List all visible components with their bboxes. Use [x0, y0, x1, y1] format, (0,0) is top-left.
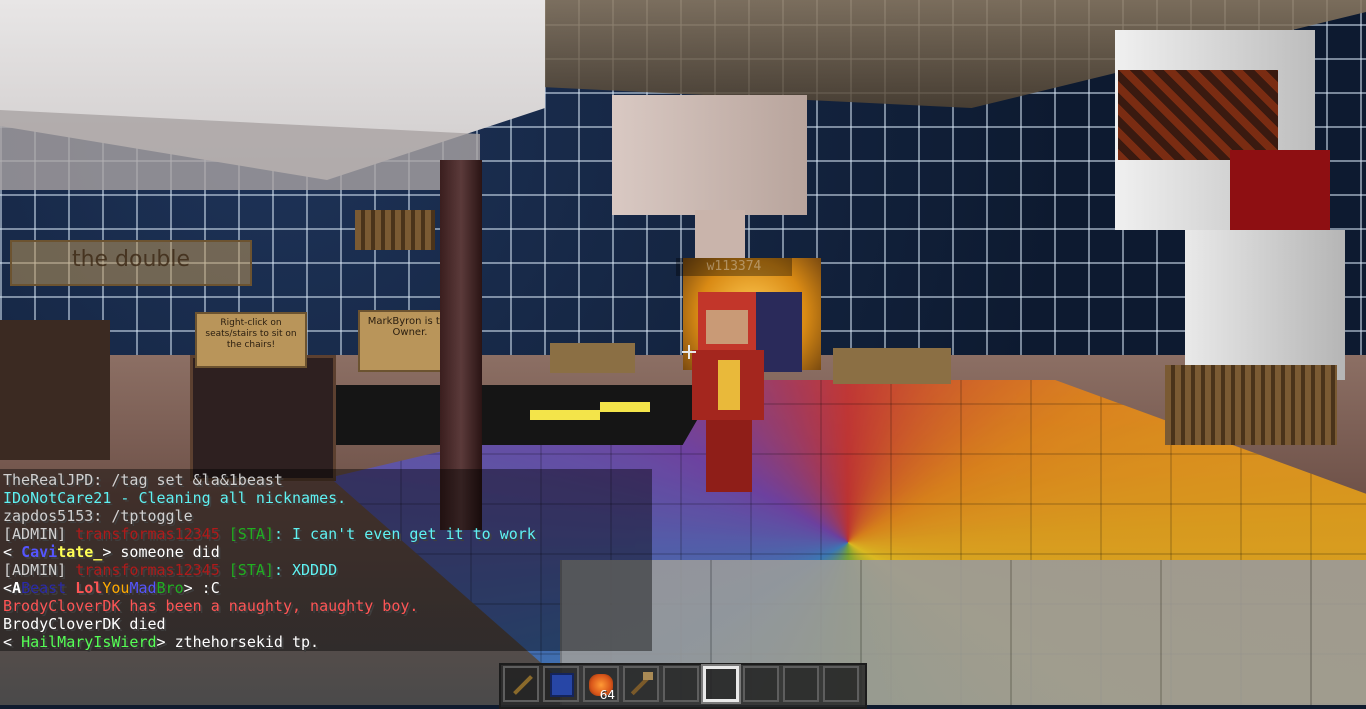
sitting-sign-text: Right-click on seats/stairs to sit on th…	[205, 318, 297, 350]
player-belt	[718, 360, 740, 410]
chat-segment: HailMaryIsWierd	[21, 633, 157, 651]
wooden-bench	[550, 343, 635, 373]
chat-line: <ABeast LolYouMadBro> :C	[3, 579, 220, 597]
player-nametag: w113374	[676, 258, 792, 276]
player-character[interactable]	[688, 292, 768, 492]
hotbar-slot-7[interactable]	[743, 666, 779, 702]
redstone-lamp-block	[1118, 70, 1278, 160]
hotbar-slot-2[interactable]	[543, 666, 579, 702]
chat-line: [ADMIN] transformas12345 [STA]: XDDDD	[3, 561, 337, 579]
yellow-walkway-tile	[530, 410, 600, 420]
yellow-walkway-tile	[600, 402, 650, 412]
player-legs	[706, 420, 752, 492]
hotbar-slot-3[interactable]: 64	[583, 666, 619, 702]
hotbar[interactable]: 64	[499, 663, 867, 709]
chat-segment: zapdos5153: /tptoggle	[3, 507, 193, 525]
chat-segment: : XDDDD	[273, 561, 338, 579]
bookshelf-block	[355, 210, 435, 250]
dark-block-cluster	[0, 320, 110, 460]
chat-segment: [ADMIN]	[3, 525, 76, 543]
crosshair-icon	[682, 345, 696, 359]
chat-segment: > zthehorsekid tp.	[156, 633, 320, 651]
chat-segment: transformas12345	[75, 525, 229, 543]
chat-segment: TheRealJPD: /tag set &la&1beast	[3, 471, 283, 489]
chat-segment: IDoNotCare21 - Cleaning all nicknames.	[3, 489, 347, 507]
chat-line: BrodyCloverDK died	[3, 615, 166, 633]
chat-segment: Lol	[75, 579, 103, 597]
chat-segment: <	[3, 579, 13, 597]
chat-segment: tate_	[57, 543, 103, 561]
chat-segment: You	[102, 579, 130, 597]
chat-line: < Cavitate_> someone did	[3, 543, 220, 561]
chat-segment: Cavi	[21, 543, 58, 561]
right-quartz-pillar	[1185, 230, 1345, 380]
chat-line: < HailMaryIsWierd> zthehorsekid tp.	[3, 633, 319, 651]
chat-segment: <	[3, 543, 22, 561]
chat-segment: Beast	[21, 579, 76, 597]
chat-segment: Mad	[129, 579, 157, 597]
wooden-hoe-icon	[643, 672, 653, 680]
center-quartz-column	[612, 95, 807, 215]
hotbar-slot-5[interactable]	[663, 666, 699, 702]
double-sign: the double	[10, 240, 252, 286]
chat-segment: > someone did	[102, 543, 220, 561]
bookshelf-base	[1165, 365, 1337, 445]
blue-wool-icon	[550, 673, 574, 697]
chat-segment: A	[12, 579, 22, 597]
chat-segment: [ADMIN]	[3, 561, 76, 579]
sitting-sign[interactable]: Right-click on seats/stairs to sit on th…	[195, 312, 307, 368]
player-face	[706, 310, 748, 344]
chat-line: IDoNotCare21 - Cleaning all nicknames.	[3, 489, 346, 507]
chat-segment: : I can't even get it to work	[273, 525, 536, 543]
chat-line: [ADMIN] transformas12345 [STA]: I can't …	[3, 525, 536, 543]
chat-segment: > :C	[183, 579, 220, 597]
chat-segment: transformas12345	[75, 561, 229, 579]
chat-segment: [STA]	[228, 561, 274, 579]
double-sign-text: the double	[71, 247, 191, 272]
chat-line: BrodyCloverDK has been a naughty, naught…	[3, 597, 418, 615]
item-count: 64	[599, 688, 615, 702]
hotbar-slot-8[interactable]	[783, 666, 819, 702]
black-walkway	[282, 385, 718, 445]
chat-segment: BrodyCloverDK died	[3, 615, 166, 633]
chat-segment: BrodyCloverDK has been a naughty, naught…	[3, 597, 419, 615]
stick-icon	[513, 675, 533, 695]
chat-segment: Bro	[156, 579, 184, 597]
hotbar-slot-1[interactable]	[503, 666, 539, 702]
hotbar-slot-9[interactable]	[823, 666, 859, 702]
dark-wood-block	[190, 355, 336, 481]
hotbar-slot-6-selected[interactable]	[703, 666, 739, 702]
chat-line: TheRealJPD: /tag set &la&1beast	[3, 471, 283, 489]
chat-segment: [STA]	[228, 525, 274, 543]
wooden-bench	[833, 348, 951, 384]
chat-segment: <	[3, 633, 22, 651]
hotbar-slot-4[interactable]	[623, 666, 659, 702]
chat-panel: TheRealJPD: /tag set &la&1beast IDoNotCar…	[0, 469, 652, 651]
chat-line: zapdos5153: /tptoggle	[3, 507, 193, 525]
